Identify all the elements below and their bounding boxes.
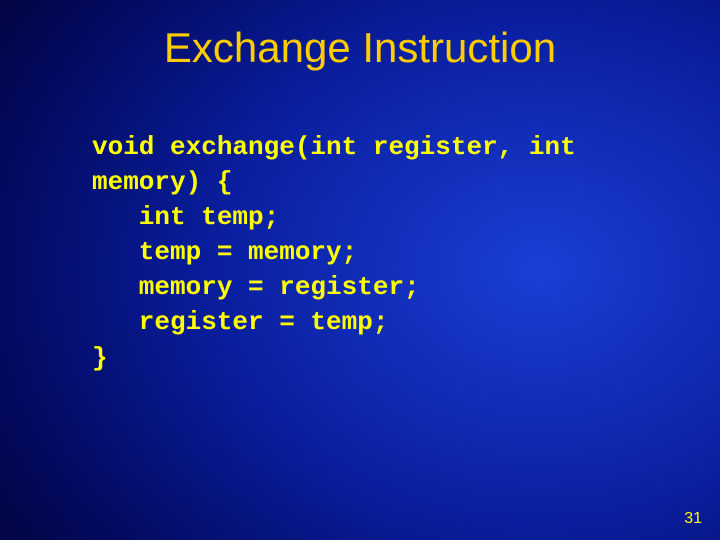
code-line: memory) { (92, 167, 232, 197)
slide-title: Exchange Instruction (0, 0, 720, 72)
code-block: void exchange(int register, int memory) … (92, 130, 576, 376)
slide: Exchange Instruction void exchange(int r… (0, 0, 720, 540)
code-line: register = temp; (92, 307, 388, 337)
code-line: temp = memory; (92, 237, 357, 267)
code-line: } (92, 343, 108, 373)
code-line: void exchange(int register, int (92, 132, 576, 162)
page-number: 31 (684, 510, 702, 528)
code-line: int temp; (92, 202, 279, 232)
code-line: memory = register; (92, 272, 420, 302)
